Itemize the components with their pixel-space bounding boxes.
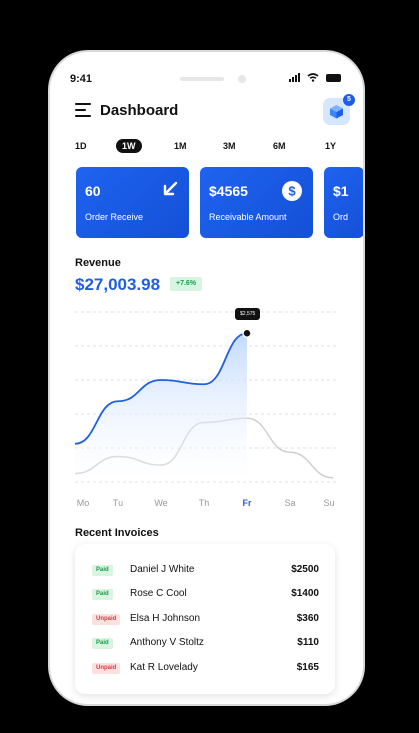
- chart-tooltip: $2,575: [235, 308, 261, 320]
- app-header: Dashboard 5: [75, 94, 355, 130]
- data-point: [289, 451, 291, 453]
- period-6m[interactable]: 6M: [273, 139, 286, 153]
- page-title: Dashboard: [100, 102, 179, 119]
- status-badge: Unpaid: [92, 663, 121, 674]
- x-tick-label[interactable]: Fr: [243, 498, 252, 508]
- card-value: $4565: [209, 183, 248, 199]
- signal-icon: [289, 73, 300, 82]
- invoice-amount: $1400: [291, 588, 319, 599]
- svg-text:$: $: [288, 184, 296, 199]
- x-tick-label[interactable]: Sa: [284, 498, 295, 508]
- notifications-button[interactable]: 5: [323, 94, 355, 125]
- invoice-amount: $110: [297, 637, 319, 648]
- revenue-chart-svg: Mo Tu We Th Fr Sa Su: [75, 311, 337, 508]
- status-time: 9:41: [70, 73, 93, 85]
- invoice-name: Elsa H Johnson: [130, 613, 201, 624]
- x-tick-label[interactable]: Tu: [113, 498, 123, 508]
- status-badge: Paid: [92, 589, 113, 600]
- notification-count-badge: 5: [343, 94, 355, 106]
- active-point[interactable]: [242, 328, 252, 338]
- invoice-row[interactable]: Unpaid Kat R Lovelady $165: [75, 660, 335, 678]
- speaker-notch: [180, 77, 224, 81]
- invoice-name: Daniel J White: [130, 564, 195, 575]
- invoice-row[interactable]: Unpaid Elsa H Johnson $360: [75, 611, 335, 629]
- partial-card[interactable]: $1 Ord: [324, 167, 363, 238]
- period-3m[interactable]: 3M: [223, 139, 236, 153]
- invoice-row[interactable]: Paid Anthony V Stoltz $110: [75, 635, 335, 653]
- arrow-down-left-icon: [163, 181, 178, 196]
- status-badge: Paid: [92, 638, 113, 649]
- data-point: [160, 379, 162, 381]
- card-label: Order Receive: [85, 212, 144, 222]
- invoice-name: Anthony V Stoltz: [130, 637, 204, 648]
- data-point: [203, 383, 205, 385]
- invoice-amount: $360: [296, 613, 319, 624]
- summary-cards: 60 Order Receive $4565 Receivable Amount…: [76, 167, 363, 238]
- cube-icon: [330, 105, 343, 119]
- status-badge: Paid: [92, 565, 113, 576]
- invoice-list: Paid Daniel J White $2500 Paid Rose C Co…: [75, 544, 335, 694]
- period-1y[interactable]: 1Y: [325, 139, 336, 153]
- status-badge: Unpaid: [92, 614, 121, 625]
- card-value: 60: [85, 183, 101, 199]
- invoice-name: Kat R Lovelady: [130, 662, 198, 673]
- invoice-name: Rose C Cool: [130, 588, 187, 599]
- card-label: Ord: [333, 212, 349, 222]
- revenue-value: $27,003.98: [75, 275, 161, 294]
- period-selector: 1D 1W 1M 3M 6M 1Y: [71, 139, 363, 155]
- invoice-row[interactable]: Paid Rose C Cool $1400: [75, 586, 335, 604]
- recent-invoices-title: Recent Invoices: [75, 527, 159, 539]
- status-icons: [289, 73, 341, 82]
- x-tick-label[interactable]: Mo: [77, 498, 90, 508]
- order-receive-card[interactable]: 60 Order Receive: [76, 167, 189, 238]
- receivable-amount-card[interactable]: $4565 Receivable Amount $: [200, 167, 313, 238]
- wifi-icon: [307, 73, 319, 82]
- menu-icon[interactable]: [75, 103, 91, 117]
- phone-screen: 9:41 Dashboard 5 1D 1W 1M 3M 6M 1Y 60 Or…: [50, 52, 363, 704]
- data-point: [332, 477, 334, 479]
- x-tick-label[interactable]: Th: [199, 498, 210, 508]
- revenue-chart: Mo Tu We Th Fr Sa Su $2,575: [75, 302, 337, 512]
- status-bar: 9:41: [50, 70, 363, 90]
- invoice-row[interactable]: Paid Daniel J White $2500: [75, 562, 335, 580]
- period-1w[interactable]: 1W: [116, 139, 142, 153]
- invoice-amount: $2500: [291, 564, 319, 575]
- x-tick-label[interactable]: We: [154, 498, 167, 508]
- period-1d[interactable]: 1D: [75, 139, 87, 153]
- revenue-label: Revenue: [75, 257, 121, 269]
- revenue-change-badge: +7.6%: [170, 277, 203, 291]
- camera-dot: [238, 75, 246, 83]
- card-label: Receivable Amount: [209, 212, 287, 222]
- invoice-amount: $165: [296, 662, 319, 673]
- data-point: [117, 400, 119, 402]
- battery-icon: [326, 73, 341, 82]
- period-1m[interactable]: 1M: [174, 139, 187, 153]
- series-area: [75, 333, 247, 482]
- dollar-icon: $: [282, 181, 302, 201]
- x-tick-label[interactable]: Su: [323, 498, 334, 508]
- card-value: $1: [333, 183, 349, 199]
